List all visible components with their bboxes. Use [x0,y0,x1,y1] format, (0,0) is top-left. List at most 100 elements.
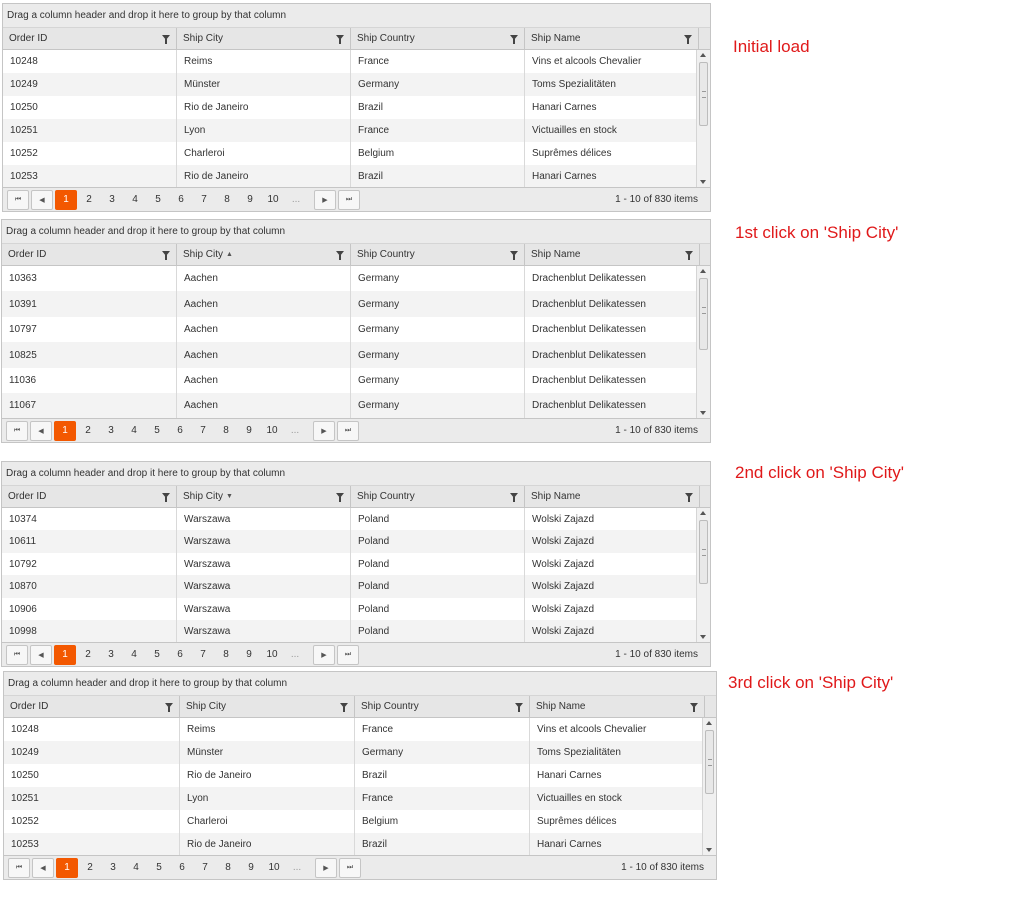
first-page-icon[interactable]: ⏮ [7,189,29,210]
page-number[interactable]: 5 [147,190,169,210]
page-number[interactable]: 8 [215,421,237,441]
table-row[interactable]: 10249 Münster Germany Toms Spezialitäten [3,73,696,96]
filter-icon[interactable] [510,34,518,44]
filter-icon[interactable] [510,492,518,502]
page-number[interactable]: 1 [54,420,76,441]
page-number[interactable]: 1 [56,857,78,878]
filter-icon[interactable] [336,250,344,260]
table-row[interactable]: 10250 Rio de Janeiro Brazil Hanari Carnes [4,764,702,787]
page-number[interactable]: 3 [101,190,123,210]
table-row[interactable]: 10797 Aachen Germany Drachenblut Delikatess… [2,317,696,342]
page-number[interactable]: 9 [240,858,262,878]
header-order-id[interactable]: Order ID [2,486,177,507]
table-row[interactable]: 10825 Aachen Germany Drachenblut Delikatess… [2,342,696,368]
next-page-icon[interactable]: ▶ [314,189,336,210]
last-page-icon[interactable]: ⏭ [338,189,360,210]
last-page-icon[interactable]: ⏭ [339,857,361,878]
header-ship-name[interactable]: Ship Name [525,28,699,49]
page-number[interactable]: 3 [102,858,124,878]
vertical-scrollbar[interactable] [696,50,710,187]
page-number[interactable]: 4 [123,421,145,441]
page-number[interactable]: 7 [194,858,216,878]
page-number[interactable]: 4 [123,645,145,665]
next-page-icon[interactable]: ▶ [313,420,335,441]
page-ellipsis[interactable]: ... [285,190,307,210]
filter-icon[interactable] [685,492,693,502]
page-number[interactable]: 6 [171,858,193,878]
page-number[interactable]: 1 [54,644,76,665]
page-number[interactable]: 10 [261,645,283,665]
scroll-up-icon[interactable] [700,269,706,273]
page-number[interactable]: 4 [124,190,146,210]
header-ship-country[interactable]: Ship Country [351,28,525,49]
filter-icon[interactable] [165,702,173,712]
first-page-icon[interactable]: ⏮ [6,420,28,441]
filter-icon[interactable] [336,492,344,502]
prev-page-icon[interactable]: ◀ [30,644,52,665]
header-ship-country[interactable]: Ship Country [351,244,525,265]
scroll-down-icon[interactable] [700,180,706,184]
page-number[interactable]: 3 [100,421,122,441]
header-order-id[interactable]: Order ID [2,244,177,265]
scroll-thumb[interactable] [699,62,708,126]
table-row[interactable]: 10253 Rio de Janeiro Brazil Hanari Carnes [3,165,696,187]
table-row[interactable]: 11067 Aachen Germany Drachenblut Delikatess… [2,393,696,418]
scroll-down-icon[interactable] [700,411,706,415]
header-ship-city[interactable]: Ship City ▼ [177,486,351,507]
page-number[interactable]: 2 [77,645,99,665]
table-row[interactable]: 10792 Warszawa Poland Wolski Zajazd [2,553,696,575]
scroll-up-icon[interactable] [700,53,706,57]
filter-icon[interactable] [515,702,523,712]
scroll-up-icon[interactable] [706,721,712,725]
page-ellipsis[interactable]: ... [284,421,306,441]
header-ship-city[interactable]: Ship City ▲ [177,244,351,265]
filter-icon[interactable] [685,250,693,260]
page-number[interactable]: 9 [239,190,261,210]
page-number[interactable]: 6 [170,190,192,210]
first-page-icon[interactable]: ⏮ [8,857,30,878]
filter-icon[interactable] [336,34,344,44]
filter-icon[interactable] [340,702,348,712]
page-number[interactable]: 5 [146,645,168,665]
header-ship-country[interactable]: Ship Country [351,486,525,507]
table-row[interactable]: 10998 Warszawa Poland Wolski Zajazd [2,620,696,642]
page-number[interactable]: 1 [55,189,77,210]
table-row[interactable]: 10248 Reims France Vins et alcools Chevalie… [3,50,696,73]
header-ship-name[interactable]: Ship Name [525,244,700,265]
table-row[interactable]: 10252 Charleroi Belgium Suprêmes délices [3,142,696,165]
next-page-icon[interactable]: ▶ [315,857,337,878]
table-row[interactable]: 10253 Rio de Janeiro Brazil Hanari Carnes [4,833,702,855]
page-number[interactable]: 2 [79,858,101,878]
scroll-thumb[interactable] [699,278,708,350]
table-row[interactable]: 10363 Aachen Germany Drachenblut Delikatess… [2,266,696,291]
next-page-icon[interactable]: ▶ [313,644,335,665]
group-panel[interactable]: Drag a column header and drop it here to… [3,4,710,28]
page-number[interactable]: 8 [217,858,239,878]
page-number[interactable]: 7 [193,190,215,210]
first-page-icon[interactable]: ⏮ [6,644,28,665]
page-number[interactable]: 2 [77,421,99,441]
table-row[interactable]: 10374 Warszawa Poland Wolski Zajazd [2,508,696,530]
header-order-id[interactable]: Order ID [3,28,177,49]
filter-icon[interactable] [162,34,170,44]
table-row[interactable]: 10870 Warszawa Poland Wolski Zajazd [2,575,696,598]
page-number[interactable]: 9 [238,421,260,441]
scroll-thumb[interactable] [699,520,708,584]
group-panel[interactable]: Drag a column header and drop it here to… [2,462,710,486]
scroll-thumb[interactable] [705,730,714,794]
group-panel[interactable]: Drag a column header and drop it here to… [2,220,710,244]
header-order-id[interactable]: Order ID [4,696,180,717]
page-number[interactable]: 6 [169,645,191,665]
page-number[interactable]: 10 [263,858,285,878]
header-ship-country[interactable]: Ship Country [355,696,530,717]
header-ship-name[interactable]: Ship Name [525,486,700,507]
table-row[interactable]: 10248 Reims France Vins et alcools Chevalie… [4,718,702,741]
table-row[interactable]: 10252 Charleroi Belgium Suprêmes délices [4,810,702,833]
page-number[interactable]: 5 [148,858,170,878]
header-ship-city[interactable]: Ship City [180,696,355,717]
page-number[interactable]: 8 [216,190,238,210]
vertical-scrollbar[interactable] [702,718,716,855]
page-number[interactable]: 8 [215,645,237,665]
scroll-down-icon[interactable] [706,848,712,852]
vertical-scrollbar[interactable] [696,266,710,418]
